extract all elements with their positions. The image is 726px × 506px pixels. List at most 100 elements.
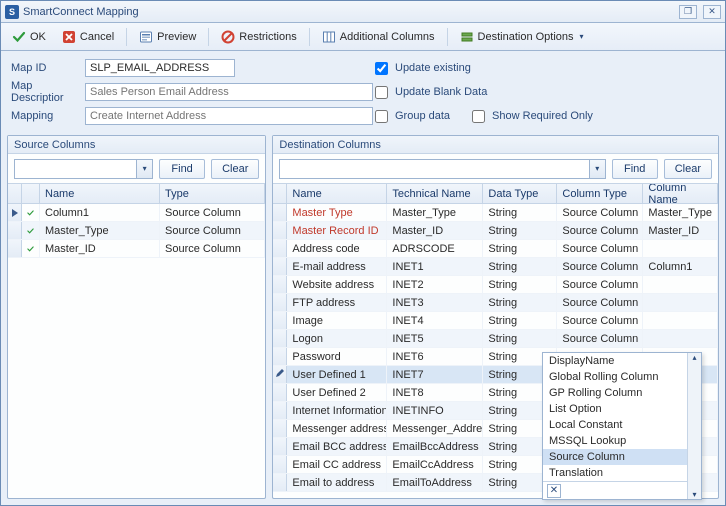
close-button[interactable]: ✕: [703, 5, 721, 19]
chevron-down-icon[interactable]: ▾: [589, 160, 605, 178]
dropdown-item[interactable]: MSSQL Lookup: [543, 433, 687, 449]
map-id-input[interactable]: [85, 59, 235, 77]
cell-dtype: String: [483, 312, 557, 329]
additional-columns-button[interactable]: Additional Columns: [315, 26, 442, 48]
dest-filter: ▾ Find Clear: [273, 154, 718, 184]
table-row[interactable]: Master_TypeSource Column: [8, 222, 265, 240]
separator: [447, 28, 448, 46]
dest-find-button[interactable]: Find: [612, 159, 658, 179]
form-area: Map ID Update existing Map Descriptior U…: [1, 51, 725, 131]
cell-name: Column1: [40, 204, 160, 221]
check-icon: [12, 30, 26, 44]
cell-dtype: String: [483, 222, 557, 239]
dropdown-item[interactable]: Global Rolling Column: [543, 369, 687, 385]
update-blank-checkbox[interactable]: Update Blank Data: [371, 83, 487, 102]
cell-name: Password: [287, 348, 387, 365]
col-type[interactable]: Type: [160, 184, 265, 203]
cancel-button[interactable]: Cancel: [55, 26, 121, 48]
restore-button[interactable]: ❐: [679, 5, 697, 19]
col-name[interactable]: Name: [40, 184, 160, 203]
col-dtype[interactable]: Data Type: [483, 184, 557, 203]
cancel-label: Cancel: [80, 31, 114, 43]
table-row[interactable]: Address codeADRSCODEStringSource Column: [273, 240, 718, 258]
preview-button[interactable]: Preview: [132, 26, 203, 48]
cell-tech: INET8: [387, 384, 483, 401]
map-description-input[interactable]: [85, 83, 373, 101]
scroll-up-icon[interactable]: ▴: [692, 353, 696, 362]
cell-name: Email CC address: [287, 456, 387, 473]
check-icon: [22, 222, 40, 239]
table-row[interactable]: E-mail addressINET1StringSource ColumnCo…: [273, 258, 718, 276]
scrollbar[interactable]: ▴ ▾: [687, 353, 701, 499]
cell-name: E-mail address: [287, 258, 387, 275]
group-data-checkbox[interactable]: Group data: [371, 107, 450, 126]
cell-dtype: String: [483, 204, 557, 221]
col-cname[interactable]: Column Name: [643, 184, 718, 203]
dropdown-item[interactable]: List Option: [543, 401, 687, 417]
destination-options-button[interactable]: Destination Options ▾: [453, 26, 591, 48]
dropdown-item[interactable]: GP Rolling Column: [543, 385, 687, 401]
table-row[interactable]: Master Record IDMaster_IDStringSource Co…: [273, 222, 718, 240]
col-ctype[interactable]: Column Type: [557, 184, 643, 203]
show-required-checkbox[interactable]: Show Required Only: [468, 107, 593, 126]
table-row[interactable]: Website addressINET2StringSource Column: [273, 276, 718, 294]
table-row[interactable]: FTP addressINET3StringSource Column: [273, 294, 718, 312]
cell-column-type: Source Column: [557, 330, 643, 347]
cell-tech: ADRSCODE: [387, 240, 483, 257]
dest-clear-button[interactable]: Clear: [664, 159, 712, 179]
source-grid-header: Name Type: [8, 184, 265, 204]
row-indicator: [273, 258, 287, 275]
cell-column-type: Source Column: [557, 258, 643, 275]
source-find-button[interactable]: Find: [159, 159, 205, 179]
scroll-down-icon[interactable]: ▾: [692, 490, 696, 499]
separator: [126, 28, 127, 46]
cell-column-name: [643, 276, 718, 293]
cell-column-type: Source Column: [557, 312, 643, 329]
row-indicator: [273, 204, 287, 221]
cell-tech: Messenger_Address: [387, 420, 483, 437]
cell-column-name: Master_ID: [643, 222, 718, 239]
row-indicator: [273, 366, 287, 383]
dropdown-item[interactable]: Local Constant: [543, 417, 687, 433]
source-filter-combobox[interactable]: ▾: [14, 159, 153, 179]
source-grid: Name Type Column1Source ColumnMaster_Typ…: [8, 184, 265, 498]
table-row[interactable]: Column1Source Column: [8, 204, 265, 222]
column-type-dropdown[interactable]: DisplayNameGlobal Rolling ColumnGP Rolli…: [542, 352, 702, 500]
table-row[interactable]: LogonINET5StringSource Column: [273, 330, 718, 348]
dropdown-item[interactable]: Translation: [543, 465, 687, 481]
col-tech[interactable]: Technical Name: [387, 184, 483, 203]
cell-name: Website address: [287, 276, 387, 293]
chevron-down-icon[interactable]: ▾: [136, 160, 152, 178]
ok-button[interactable]: OK: [5, 26, 53, 48]
dropdown-item[interactable]: Source Column: [543, 449, 687, 465]
restrictions-button[interactable]: Restrictions: [214, 26, 303, 48]
cell-name: Address code: [287, 240, 387, 257]
cell-column-type: Source Column: [557, 276, 643, 293]
cell-type: Source Column: [160, 240, 265, 257]
source-clear-button[interactable]: Clear: [211, 159, 259, 179]
map-id-label: Map ID: [11, 62, 79, 74]
cell-tech: INETINFO: [387, 402, 483, 419]
cell-tech: INET7: [387, 366, 483, 383]
table-row[interactable]: Master TypeMaster_TypeStringSource Colum…: [273, 204, 718, 222]
window-title: SmartConnect Mapping: [23, 6, 673, 18]
dest-filter-combobox[interactable]: ▾: [279, 159, 605, 179]
source-panel-title: Source Columns: [8, 136, 265, 154]
window: S SmartConnect Mapping ❐ ✕ OK Cancel Pre…: [0, 0, 726, 506]
cell-column-type: Source Column: [557, 294, 643, 311]
preview-label: Preview: [157, 31, 196, 43]
col-name[interactable]: Name: [287, 184, 387, 203]
dropdown-item[interactable]: DisplayName: [543, 353, 687, 369]
row-indicator: [273, 222, 287, 239]
table-row[interactable]: ImageINET4StringSource Column: [273, 312, 718, 330]
update-existing-checkbox[interactable]: Update existing: [371, 59, 471, 78]
row-indicator: [273, 276, 287, 293]
panels: Source Columns ▾ Find Clear Name Type Co…: [1, 131, 725, 505]
dropdown-close-button[interactable]: ✕: [547, 484, 561, 498]
table-row[interactable]: Master_IDSource Column: [8, 240, 265, 258]
mapping-input[interactable]: [85, 107, 373, 125]
check-icon: [22, 204, 40, 221]
dest-panel-title: Destination Columns: [273, 136, 718, 154]
cell-dtype: String: [483, 294, 557, 311]
row-indicator: [273, 438, 287, 455]
